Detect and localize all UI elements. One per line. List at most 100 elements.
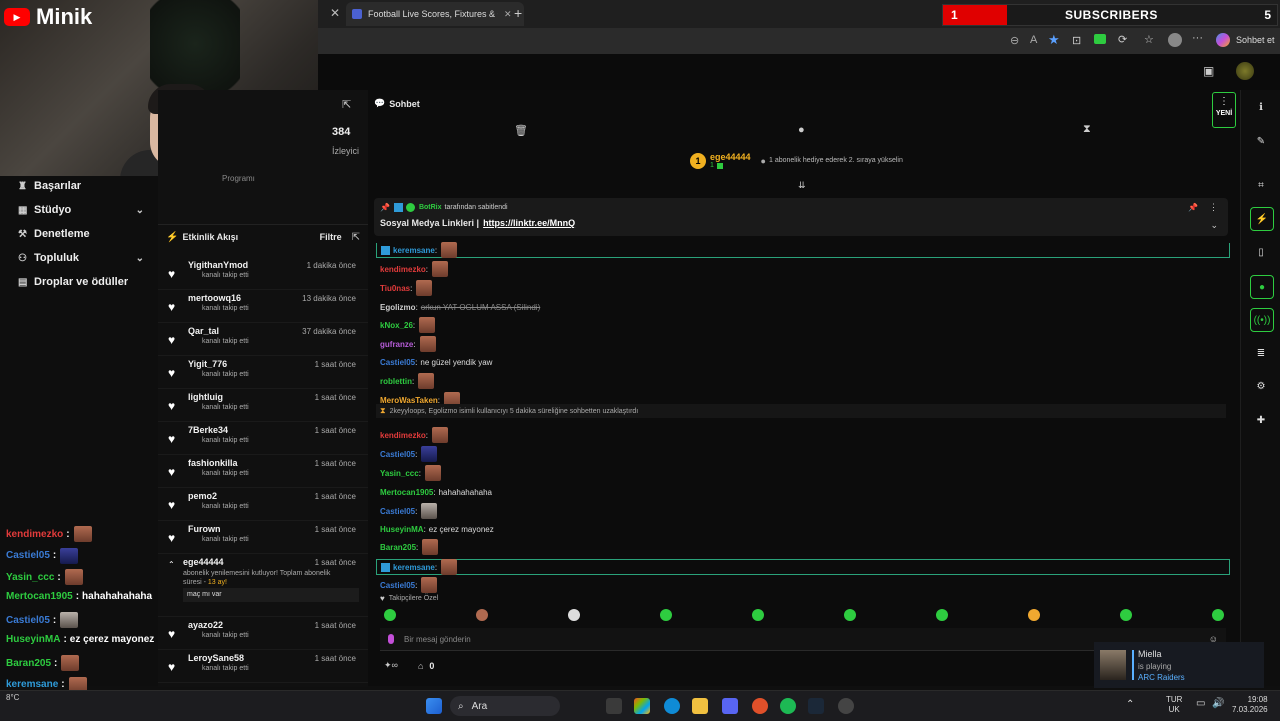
popout-icon[interactable]: ⇱ [352,232,360,243]
extension-icon[interactable]: ⊡ [1072,34,1081,47]
activity-user[interactable]: Yigit_776 [188,359,227,369]
app-icon[interactable] [752,698,768,714]
emote-icon[interactable] [1028,609,1040,621]
obs-icon[interactable] [838,698,854,714]
activity-item[interactable]: ♥ Qar_tal kanalı takip etti 37 dakika önce [158,323,368,356]
task-view-icon[interactable] [606,698,622,714]
chat-username[interactable]: roblettin [380,377,412,386]
chat-username[interactable]: kendimezko [380,265,426,274]
activity-item[interactable]: ♥ Furown kanalı takip etti 1 saat önce [158,521,368,554]
emote-icon[interactable] [660,609,672,621]
copilot-label[interactable]: Sohbet et [1236,35,1275,45]
nav-drops[interactable]: ▤ Droplar ve ödüller [0,270,158,294]
unpin-icon[interactable]: 📌 [1188,203,1198,212]
chat-username[interactable]: Yasin_ccc [380,469,419,478]
profile-avatar[interactable] [1168,33,1182,47]
more-options-icon[interactable]: ⋮ [1209,202,1218,213]
discord-icon[interactable] [722,698,738,714]
activity-item[interactable]: ♥ pemo2 kanalı takip etti 1 saat önce [158,488,368,521]
activity-user[interactable]: LeroySane58 [188,653,244,663]
chat-username[interactable]: Castiel05 [380,450,415,459]
popout-icon[interactable]: ⇱ [342,98,351,111]
chat-username[interactable]: keremsane [393,246,435,255]
chat-username[interactable]: kNox_26 [380,321,413,330]
taskbar-search[interactable]: ⌕ Ara [450,696,560,716]
chat-username[interactable]: HuseyinMA [380,525,424,534]
activity-user[interactable]: fashionkilla [188,458,238,468]
activity-item[interactable]: ♥ YigithanYmod kanalı takip etti 1 dakika ö… [158,257,368,290]
copilot-icon[interactable] [1216,33,1230,47]
activity-item[interactable]: ♥ mertoowq16 kanalı takip etti 13 dakika ön… [158,290,368,323]
emote-icon[interactable] [752,609,764,621]
activity-user[interactable]: Furown [188,524,221,534]
hourglass-icon[interactable]: ⧗ [1083,123,1091,136]
activity-item[interactable]: ♥ 7Berke34 kanalı takip etti 1 saat önce [158,422,368,455]
chat-username[interactable]: Tiu0nas [380,284,410,293]
weather-temp[interactable]: 8°C [6,693,19,702]
chat-username[interactable]: Mertocan1905 [380,488,433,497]
language-indicator[interactable]: TUR UK [1166,695,1182,715]
close-icon[interactable]: ✕ [330,6,340,20]
zoom-icon[interactable]: ⊖ [1010,34,1019,47]
activity-user[interactable]: mertoowq16 [188,293,241,303]
activity-user[interactable]: lightluig [188,392,223,402]
edge-icon[interactable] [664,698,680,714]
chat-username[interactable]: Castiel05 [380,581,415,590]
activity-item[interactable]: ♥ lightluig kanalı takip etti 1 saat önce [158,389,368,422]
kick-extension-icon[interactable] [1094,34,1106,44]
chat-username[interactable]: gufranze [380,340,413,349]
chat-username[interactable]: keremsane [393,563,435,572]
lightning-icon[interactable]: ⚡ [1250,207,1274,231]
browser-tab[interactable]: Football Live Scores, Fixtures & Od ✕ [346,2,524,26]
steam-icon[interactable] [808,698,824,714]
crop-icon[interactable]: ⌗ [1250,174,1272,196]
nav-achievements[interactable]: ♜ Başarılar [0,174,158,198]
wrench-icon[interactable]: ⚙ [1250,375,1272,397]
chevron-down-icon[interactable]: ⌄ [1210,220,1218,231]
chevron-up-icon[interactable]: ⌃ [1126,699,1134,710]
spotify-icon[interactable] [780,698,796,714]
activity-user[interactable]: 7Berke34 [188,425,228,435]
activity-item[interactable]: ♥ LeroySane58 kanalı takip etti 1 saat önce [158,650,368,683]
emote-icon[interactable] [936,609,948,621]
emote-icon[interactable] [568,609,580,621]
network-icon[interactable]: ▭ [1196,698,1205,709]
studio-icon[interactable]: ▣ [1203,64,1214,78]
chat-icon[interactable]: ● [1250,275,1274,299]
activity-user[interactable]: pemo2 [188,491,217,501]
chat-username[interactable]: Castiel05 [380,507,415,516]
subscription-item[interactable]: ⌃ ege44444 1 saat önce abonelik yenilemesin… [158,554,368,617]
emote-icon[interactable] [844,609,856,621]
edit-icon[interactable]: ✎ [1250,130,1272,152]
user-avatar[interactable] [1236,62,1254,80]
scroll-down-icon[interactable]: ⇊ [798,180,806,191]
clipboard-icon[interactable]: ▯ [1250,241,1272,263]
favorite-star-icon[interactable]: ★ [1048,32,1060,48]
nav-moderation[interactable]: ⚒ Denetleme [0,222,158,246]
store-icon[interactable]: ⌂ [418,661,423,671]
layers-icon[interactable]: ≣ [1250,342,1272,364]
chat-username[interactable]: kendimezko [380,431,426,440]
read-aloud-icon[interactable]: A [1030,34,1037,46]
trash-icon[interactable]: 🗑 [514,124,528,137]
refresh-icon[interactable]: ⟳ [1118,33,1127,46]
new-tab-icon[interactable]: + [514,5,522,21]
emote-icon[interactable] [1120,609,1132,621]
chevron-up-icon[interactable]: ⌃ [168,560,175,569]
pinned-link[interactable]: https://linktr.ee/MnnQ [483,218,575,228]
windows-start-icon[interactable] [426,698,442,714]
activity-user[interactable]: ayazo22 [188,620,223,630]
chat-username[interactable]: Castiel05 [380,358,415,367]
collections-icon[interactable]: ☆ [1144,33,1154,46]
copilot-app-icon[interactable] [634,698,650,714]
clock[interactable]: 19:08 7.03.2026 [1232,695,1268,715]
broadcast-icon[interactable]: ((•)) [1250,308,1274,332]
chat-icon[interactable]: ● [798,124,805,136]
file-explorer-icon[interactable] [692,698,708,714]
emote-icon[interactable] [476,609,488,621]
filter-button[interactable]: Filtre [320,232,342,242]
chat-username[interactable]: Egolizmo [380,303,416,312]
points-icon[interactable]: ✦∞ [384,660,398,671]
info-icon[interactable]: ℹ [1250,96,1272,118]
emote-icon[interactable] [384,609,396,621]
